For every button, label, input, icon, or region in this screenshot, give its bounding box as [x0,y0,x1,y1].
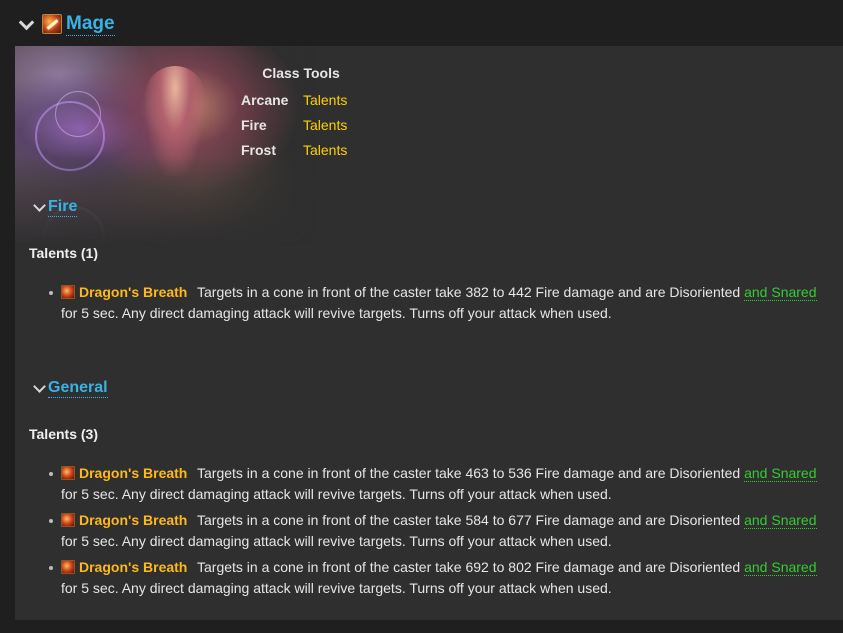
spec-label-fire: Fire [241,116,267,133]
talent-effect-link[interactable]: and Snared [744,559,817,576]
class-tools-row: Fire Talents [239,112,361,137]
talent-effect-link[interactable]: and Snared [744,284,817,301]
list-item: Dragon's Breath Targets in a cone in fro… [47,463,827,505]
artwork-figure [145,66,205,176]
class-tools-row: Arcane Talents [239,87,361,112]
talents-link-frost[interactable]: Talents [303,142,347,158]
section-header-general: General [32,378,108,398]
talent-description: Targets in a cone in front of the caster… [197,465,745,481]
talent-name[interactable]: Dragon's Breath [79,559,187,575]
talent-name[interactable]: Dragon's Breath [79,465,187,481]
talents-label-fire: Talents (1) [29,245,98,261]
section-title-general[interactable]: General [48,378,108,398]
artwork-magic-ring-inner [55,91,101,137]
talent-description: Targets in a cone in front of the caster… [197,559,745,575]
talents-link-fire[interactable]: Talents [303,117,347,133]
spec-label-arcane: Arcane [241,91,289,108]
section-header-fire: Fire [32,197,78,217]
class-tools-title: Class Tools [262,65,340,81]
talent-list-general: Dragon's Breath Targets in a cone in fro… [47,463,827,604]
talent-description-tail: for 5 sec. Any direct damaging attack wi… [61,305,612,321]
talent-list-fire: Dragon's Breath Targets in a cone in fro… [47,282,827,329]
talent-description: Targets in a cone in front of the caster… [197,284,745,300]
chevron-down-icon[interactable] [32,381,46,395]
talent-description: Targets in a cone in front of the caster… [197,512,745,528]
list-item: Dragon's Breath Targets in a cone in fro… [47,510,827,552]
mage-class-icon [42,14,62,34]
chevron-down-icon[interactable] [32,200,46,214]
class-header: Mage [18,10,115,38]
dragons-breath-icon[interactable] [61,560,75,574]
section-title-fire[interactable]: Fire [48,197,78,217]
talents-link-arcane[interactable]: Talents [303,92,347,108]
talent-effect-link[interactable]: and Snared [744,512,817,529]
class-tools: Class Tools Arcane Talents Fire Talents … [239,65,361,162]
dragons-breath-icon[interactable] [61,466,75,480]
class-panel: Class Tools Arcane Talents Fire Talents … [15,46,843,620]
spec-label-frost: Frost [241,141,276,158]
talent-description-tail: for 5 sec. Any direct damaging attack wi… [61,486,612,502]
page: Mage Class Tools Arcane Talents Fire Tal… [0,0,843,633]
chevron-down-icon[interactable] [18,16,34,32]
dragons-breath-icon[interactable] [61,285,75,299]
class-title[interactable]: Mage [66,13,115,36]
dragons-breath-icon[interactable] [61,513,75,527]
list-item: Dragon's Breath Targets in a cone in fro… [47,557,827,599]
talent-name[interactable]: Dragon's Breath [79,284,187,300]
talents-label-general: Talents (3) [29,426,98,442]
talent-effect-link[interactable]: and Snared [744,465,817,482]
class-tools-row: Frost Talents [239,137,361,162]
talent-description-tail: for 5 sec. Any direct damaging attack wi… [61,580,612,596]
list-item: Dragon's Breath Targets in a cone in fro… [47,282,827,324]
talent-description-tail: for 5 sec. Any direct damaging attack wi… [61,533,612,549]
talent-name[interactable]: Dragon's Breath [79,512,187,528]
